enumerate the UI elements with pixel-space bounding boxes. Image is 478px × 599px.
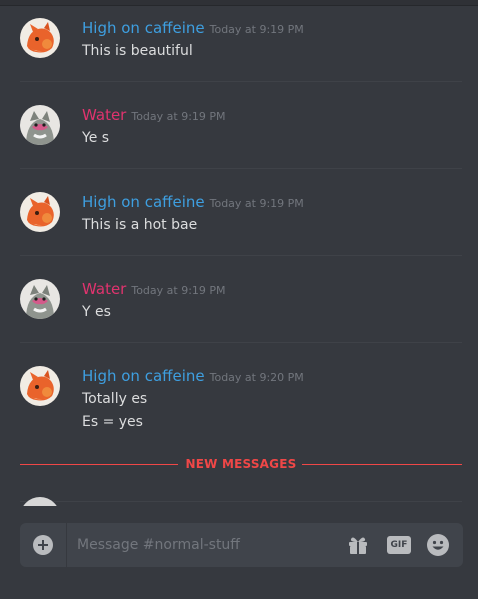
message-header: High on caffeine Today at 9:19 PM xyxy=(82,192,304,214)
upload-button[interactable] xyxy=(20,523,67,567)
gif-button[interactable]: GIF xyxy=(386,534,412,556)
message-text: This is a hot bae xyxy=(82,217,198,233)
gift-button[interactable] xyxy=(347,534,369,556)
message-divider xyxy=(20,255,462,256)
timestamp: Today at 9:19 PM xyxy=(131,284,226,297)
timestamp: Today at 9:19 PM xyxy=(131,110,226,123)
message-divider xyxy=(20,501,462,502)
fox-avatar[interactable] xyxy=(20,192,60,232)
message-text: Y es xyxy=(82,304,111,320)
author-name[interactable]: High on caffeine xyxy=(82,19,205,37)
message-header: High on caffeine Today at 9:20 PM xyxy=(82,366,304,388)
message-list[interactable]: High on caffeine Today at 9:19 PM This is… xyxy=(0,5,478,502)
timestamp: Today at 9:20 PM xyxy=(209,371,304,384)
message-input[interactable] xyxy=(77,523,337,567)
message-composer: GIF xyxy=(20,523,463,567)
timestamp: Today at 9:19 PM xyxy=(209,197,304,210)
author-name[interactable]: Water xyxy=(82,280,126,298)
gift-icon xyxy=(349,537,367,554)
emoji-button[interactable] xyxy=(426,534,450,556)
message-divider xyxy=(20,81,462,82)
message-header: Water Today at 9:19 PM xyxy=(82,105,226,127)
fox-avatar[interactable] xyxy=(20,366,60,406)
message-header: High on caffeine Today at 9:19 PM xyxy=(82,18,304,40)
plus-circle-icon xyxy=(33,535,53,555)
fox-avatar[interactable] xyxy=(20,18,60,58)
message-header: Water Today at 9:19 PM xyxy=(82,279,226,301)
cat-avatar[interactable] xyxy=(20,279,60,319)
message-divider xyxy=(20,342,462,343)
message-text: Ye s xyxy=(82,130,110,146)
message-divider xyxy=(20,168,462,169)
chat-app: High on caffeine Today at 9:19 PM This is… xyxy=(0,0,478,599)
author-name[interactable]: Water xyxy=(82,106,126,124)
cat-avatar[interactable] xyxy=(20,105,60,145)
message-text: Totally es xyxy=(82,391,148,407)
message-text: Es = yes xyxy=(82,414,143,430)
new-messages-line-right xyxy=(302,464,462,465)
gif-icon: GIF xyxy=(387,536,411,554)
author-name[interactable]: High on caffeine xyxy=(82,367,205,385)
timestamp: Today at 9:19 PM xyxy=(209,23,304,36)
smiley-icon xyxy=(427,534,449,556)
new-messages-divider: NEW MESSAGES xyxy=(20,457,462,471)
message-text: This is beautiful xyxy=(82,43,193,59)
author-name[interactable]: High on caffeine xyxy=(82,193,205,211)
